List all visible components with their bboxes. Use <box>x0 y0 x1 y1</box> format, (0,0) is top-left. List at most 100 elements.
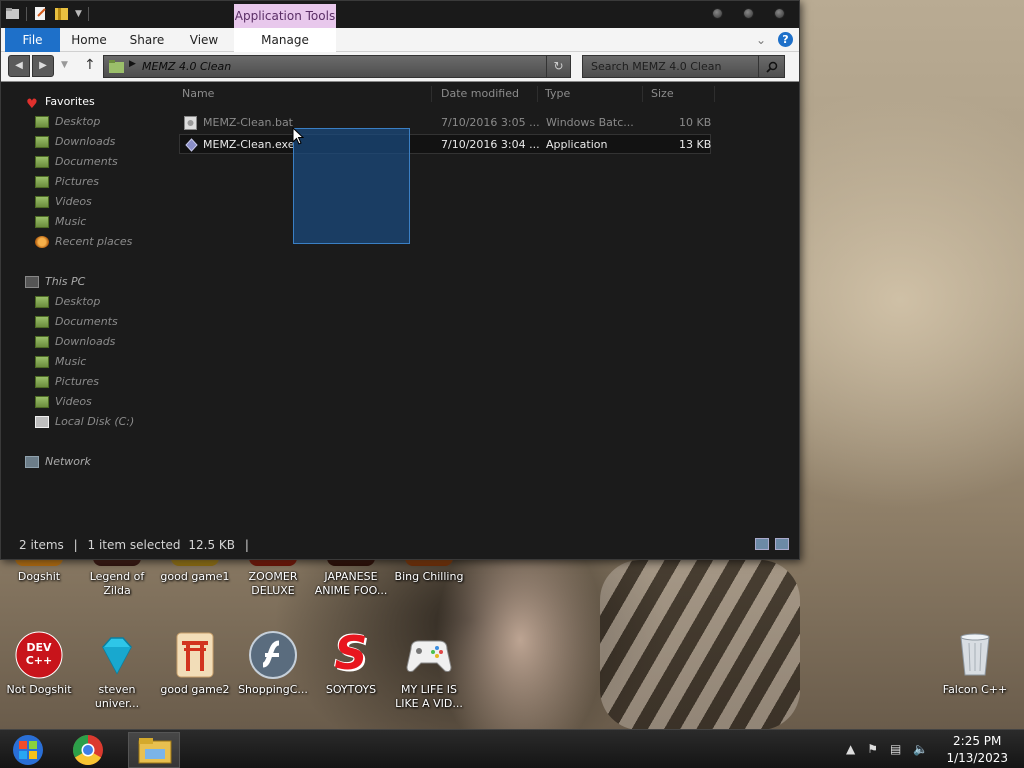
column-divider[interactable] <box>431 86 432 102</box>
search-icon[interactable] <box>758 56 784 77</box>
nav-fav-music[interactable]: Music <box>35 213 86 231</box>
status-size: 12.5 KB <box>188 538 236 552</box>
minimize-button[interactable] <box>712 8 723 19</box>
new-folder-icon[interactable] <box>54 6 69 21</box>
folder-icon <box>35 356 49 368</box>
search-placeholder: Search MEMZ 4.0 Clean <box>591 60 722 73</box>
nav-this-pc[interactable]: This PC <box>25 273 85 291</box>
nav-item-label: Desktop <box>55 295 101 308</box>
nav-group-label: Favorites <box>45 95 95 108</box>
folder-icon <box>35 196 49 208</box>
desktop-icon-label: SOYTOYS <box>325 683 377 696</box>
address-input[interactable]: ▶ MEMZ 4.0 Clean ↻ <box>103 55 571 78</box>
column-divider[interactable] <box>642 86 643 102</box>
toolbar-separator <box>26 6 27 21</box>
tab-share[interactable]: Share <box>125 28 169 52</box>
folder-icon <box>35 216 49 228</box>
address-folder-icon <box>109 60 124 73</box>
folder-icon <box>35 116 49 128</box>
nav-item-label: Downloads <box>55 335 116 348</box>
nav-fav-documents[interactable]: Documents <box>35 153 118 171</box>
desktop-icon-not-dogshit[interactable]: DEV C++ Not Dogshit <box>0 631 78 697</box>
tab-view[interactable]: View <box>183 28 225 52</box>
nav-pc-downloads[interactable]: Downloads <box>35 333 115 351</box>
nav-fav-downloads[interactable]: Downloads <box>35 133 115 151</box>
clock-date: 1/13/2023 <box>946 751 1008 765</box>
tab-home[interactable]: Home <box>67 28 111 52</box>
recent-locations-chevron-icon[interactable]: ▼ <box>61 60 68 70</box>
file-date: 7/10/2016 3:05 ... <box>441 116 540 129</box>
search-input[interactable]: Search MEMZ 4.0 Clean <box>582 55 785 78</box>
start-button[interactable] <box>2 732 54 768</box>
nav-item-label: Downloads <box>55 135 116 148</box>
action-center-flag-icon[interactable]: ⚑ <box>867 742 878 756</box>
nav-item-label: Recent places <box>55 235 133 248</box>
column-header-name[interactable]: Name <box>182 87 214 100</box>
folder-icon <box>35 376 49 388</box>
nav-fav-pictures[interactable]: Pictures <box>35 173 99 191</box>
file-row[interactable]: MEMZ-Clean.bat 7/10/2016 3:05 ... Window… <box>179 113 711 133</box>
forward-button[interactable]: ▶ <box>32 55 54 77</box>
desktop-icon-my-life[interactable]: MY LIFE IS LIKE A VID... <box>390 631 468 711</box>
customize-toolbar-chevron-icon[interactable]: ▼ <box>75 9 82 19</box>
network-icon <box>25 456 39 468</box>
refresh-icon[interactable]: ↻ <box>546 56 570 77</box>
show-hidden-icons-chevron-icon[interactable]: ▲ <box>846 742 855 756</box>
address-path[interactable]: MEMZ 4.0 Clean <box>142 60 231 73</box>
file-type: Application <box>546 138 608 151</box>
file-size: 13 KB <box>679 138 712 151</box>
nav-fav-recent-places[interactable]: Recent places <box>35 233 132 251</box>
status-item-count: 2 items <box>19 538 64 552</box>
taskbar-clock[interactable]: 2:25 PM 1/13/2023 <box>946 733 1008 767</box>
column-header-size[interactable]: Size <box>651 87 674 100</box>
desktop-icon-shopping[interactable]: ShoppingC... <box>234 631 312 697</box>
desktop-icon-soytoys[interactable]: S SOYTOYS <box>312 626 390 697</box>
nav-pc-documents[interactable]: Documents <box>35 313 118 331</box>
heart-icon: ♥ <box>26 97 38 112</box>
large-icons-view-icon[interactable] <box>775 538 789 550</box>
folder-icon <box>35 136 49 148</box>
nav-pc-pictures[interactable]: Pictures <box>35 373 99 391</box>
column-header-type[interactable]: Type <box>545 87 570 100</box>
breadcrumb-chevron-icon[interactable]: ▶ <box>129 59 136 69</box>
clock-time: 2:25 PM <box>953 734 1002 748</box>
desktop-icon-falcon-cpp[interactable]: Falcon C++ <box>936 631 1014 697</box>
column-divider[interactable] <box>714 86 715 102</box>
up-arrow-icon[interactable]: ↑ <box>84 57 96 73</box>
nav-pc-music[interactable]: Music <box>35 353 86 371</box>
file-explorer-icon <box>138 738 172 764</box>
nav-network[interactable]: Network <box>25 453 91 471</box>
status-separator: | <box>73 538 78 552</box>
nav-pc-local-disk[interactable]: Local Disk (C:) <box>35 413 134 431</box>
desktop-icon-good-game2[interactable]: good game2 <box>156 631 234 697</box>
maximize-button[interactable] <box>743 8 754 19</box>
nav-fav-desktop[interactable]: Desktop <box>35 113 100 131</box>
taskbar-chrome-button[interactable] <box>62 732 114 768</box>
details-view-icon[interactable] <box>755 538 769 550</box>
soytoys-logo-letter: S <box>334 626 368 680</box>
expand-ribbon-chevron-icon[interactable]: ⌄ <box>756 33 766 47</box>
properties-icon[interactable] <box>33 6 48 21</box>
nav-fav-videos[interactable]: Videos <box>35 193 92 211</box>
network-status-icon[interactable]: ▤ <box>890 742 901 756</box>
status-selection: 1 item selected <box>87 538 181 552</box>
desktop-icon-steven-universe[interactable]: steven univer... <box>78 631 156 711</box>
close-button[interactable] <box>774 8 785 19</box>
file-row-selected[interactable]: MEMZ-Clean.exe 7/10/2016 3:04 ... Applic… <box>179 134 711 154</box>
recycle-bin-icon <box>951 631 999 679</box>
back-button[interactable]: ◀ <box>8 55 30 77</box>
nav-pc-desktop[interactable]: Desktop <box>35 293 100 311</box>
column-divider[interactable] <box>537 86 538 102</box>
taskbar-explorer-button[interactable] <box>128 732 180 768</box>
help-icon[interactable]: ? <box>778 32 793 47</box>
nav-pc-videos[interactable]: Videos <box>35 393 92 411</box>
desktop-icon-label: good game2 <box>160 683 230 696</box>
tab-file[interactable]: File <box>5 28 60 52</box>
nav-favorites[interactable]: ♥ Favorites <box>25 93 95 112</box>
tab-manage[interactable]: Manage <box>234 28 336 52</box>
file-date: 7/10/2016 3:04 ... <box>441 138 540 151</box>
volume-icon[interactable]: 🔈 <box>913 742 928 756</box>
column-header-date-modified[interactable]: Date modified <box>441 87 519 100</box>
file-size: 10 KB <box>679 116 712 129</box>
desktop-icon-label: steven univer... <box>94 683 140 710</box>
